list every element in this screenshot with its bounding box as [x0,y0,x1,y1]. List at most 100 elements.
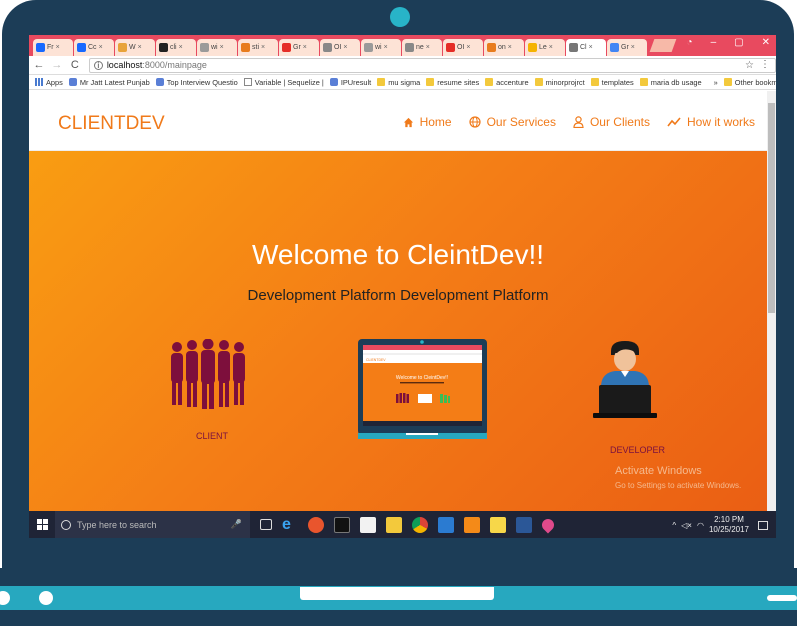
bookmark-item[interactable]: accenture [485,78,529,87]
hero-title: Welcome to CleintDev!! [251,239,545,270]
nav-clients[interactable]: Our Clients [573,115,650,129]
browser-tab[interactable]: on × [484,39,524,56]
close-tab-icon[interactable]: × [589,44,593,51]
youtube-icon [446,43,455,52]
back-icon[interactable]: ← [31,59,47,71]
bookmark-item[interactable]: mu sigma [377,78,420,87]
browser-tab[interactable]: OI × [443,39,483,56]
bookmark-item[interactable]: minorprojrct [534,78,585,87]
bookmark-item[interactable]: Mr Jatt Latest Punjab [68,78,150,87]
menu-icon[interactable]: ⋮ [760,59,770,70]
edge-icon[interactable]: e [282,516,298,533]
bookmark-item[interactable]: Top Interview Questio [155,78,238,87]
close-button[interactable]: ✕ [762,37,770,48]
minimize-button[interactable]: – [711,37,717,48]
close-tab-icon[interactable]: × [138,44,142,51]
file-explorer-icon[interactable] [386,516,402,533]
star-icon[interactable]: ☆ [745,60,754,71]
close-tab-icon[interactable]: × [261,44,265,51]
browser-tab[interactable]: ne × [402,39,442,56]
browser-tab[interactable]: Le × [525,39,565,56]
maximize-button[interactable]: ▢ [734,37,743,48]
browser-tab[interactable]: OI × [320,39,360,56]
client-group-icon[interactable] [165,339,255,411]
browser-tab[interactable]: W × [115,39,155,56]
bookmark-label: mu sigma [388,77,421,87]
bookmark-item[interactable]: Other bookmarks [723,78,776,87]
map-pin-icon[interactable] [539,516,557,533]
nav-home[interactable]: Home [403,115,452,129]
reload-icon[interactable]: C [67,59,83,71]
terminal-icon[interactable] [334,516,350,533]
activate-windows-subtitle: Go to Settings to activate Windows. [615,481,742,490]
bookmark-item[interactable]: maria db usage [639,78,702,87]
folder-icon [485,78,494,86]
page-scrollbar[interactable] [767,91,776,521]
chrome-icon[interactable] [412,516,428,533]
window-controls: ◔ – ▢ ✕ [687,37,770,48]
browser-tab[interactable]: Gr × [607,39,647,56]
hero-section: Welcome to CleintDev!! Development Platf… [29,151,767,521]
word-icon[interactable] [516,516,532,533]
start-button[interactable] [29,511,55,538]
close-tab-icon[interactable]: × [343,44,347,51]
task-view-icon[interactable] [260,519,272,530]
close-tab-icon[interactable]: × [179,44,183,51]
chevron-up-icon[interactable]: ^ [672,521,676,530]
store-icon[interactable] [360,516,376,533]
close-tab-icon[interactable]: × [56,44,60,51]
info-icon[interactable]: i [93,60,103,70]
close-tab-icon[interactable]: × [549,44,553,51]
new-tab-button[interactable] [649,39,677,52]
close-tab-icon[interactable]: × [426,44,430,51]
hero-subtitle: Development Platform Development Platfor… [247,287,549,304]
taskbar-search[interactable]: Type here to search 🎤 [55,511,250,538]
bookmark-item[interactable]: » [714,78,718,87]
forward-icon[interactable]: → [49,59,65,71]
close-tab-icon[interactable]: × [303,44,307,51]
browser-tab[interactable]: wi × [361,39,401,56]
microphone-icon[interactable]: 🎤 [231,519,242,530]
paint-icon[interactable] [308,516,324,533]
browser-tab[interactable]: cli × [156,39,196,56]
bookmark-item[interactable]: templates [590,78,634,87]
close-tab-icon[interactable]: × [466,44,470,51]
nav-how-it-works[interactable]: How it works [667,115,755,129]
close-tab-icon[interactable]: × [384,44,388,51]
close-tab-icon[interactable]: × [631,44,635,51]
sticky-notes-icon[interactable] [490,516,506,533]
url-input[interactable]: i localhost:8000/mainpage [88,57,776,73]
browser-tab[interactable]: Fr × [33,39,73,56]
url-path: :8000/mainpage [142,60,207,70]
browser-tab[interactable]: wi × [197,39,237,56]
scrollbar-thumb[interactable] [768,103,775,313]
notifications-icon[interactable] [758,520,768,530]
close-tab-icon[interactable]: × [99,44,103,51]
developer-icon[interactable] [593,341,657,421]
mini-screen-title: Welcome to CleintDev!! [396,375,448,381]
speaker-icon[interactable]: ◁× [681,521,692,530]
browser-tab[interactable]: Cl × [566,39,606,56]
sublime-icon[interactable] [464,516,480,533]
nav-services[interactable]: Our Services [468,115,556,129]
bookmark-item[interactable]: Apps [35,78,63,87]
developer-label: DEVELOPER [610,445,666,455]
bookmark-item[interactable]: IPUresult [329,78,371,87]
browser-tab[interactable]: sti × [238,39,278,56]
browser-tab[interactable]: Gr × [279,39,319,56]
site-brand[interactable]: CLIENTDEV [58,113,165,135]
bookmark-item[interactable]: Variable | Sequelize | [243,78,324,87]
site-icon [329,78,338,86]
wifi-icon[interactable]: ◠ [697,521,704,530]
taskbar-clock[interactable]: 2:10 PM 10/25/2017 [709,515,749,535]
bookmark-label: resume sites [437,77,480,87]
close-tab-icon[interactable]: × [508,44,512,51]
clock-date: 10/25/2017 [708,525,749,534]
bookmark-label: » [713,77,718,87]
close-tab-icon[interactable]: × [220,44,224,51]
laptop-preview-icon[interactable]: CLIENTDEV Welcome to CleintDev!! [358,339,488,439]
bookmark-item[interactable]: resume sites [426,78,479,87]
vscode-icon[interactable] [438,516,454,533]
profile-icon[interactable]: ◔ [687,37,693,48]
browser-tab[interactable]: Cc × [74,39,114,56]
